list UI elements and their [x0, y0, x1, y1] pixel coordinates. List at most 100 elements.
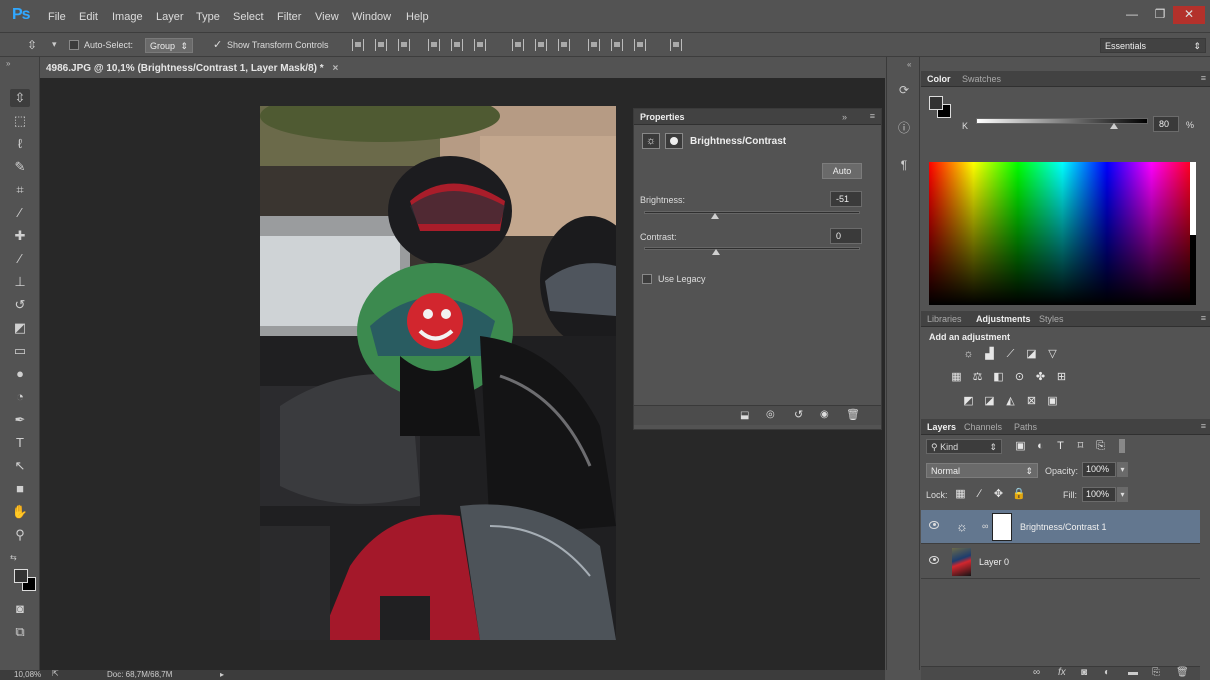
crop-tool-icon[interactable]: ⌗ [10, 181, 30, 199]
menu-file[interactable]: File [48, 11, 66, 23]
minimize-button[interactable]: — [1117, 6, 1147, 24]
new-group-icon[interactable]: ▬ [1128, 667, 1138, 678]
reset-icon[interactable]: ↺ [794, 408, 803, 421]
k-value-field[interactable]: 80 [1153, 116, 1179, 132]
exposure-icon[interactable]: ◪ [1025, 348, 1038, 361]
workspace-dropdown[interactable]: Essentials ⇕ [1100, 38, 1206, 53]
eraser-tool-icon[interactable]: ◩ [10, 319, 30, 337]
distribute-bottom-icon[interactable] [558, 39, 570, 51]
menu-type[interactable]: Type [196, 11, 220, 23]
menu-image[interactable]: Image [112, 11, 143, 23]
filter-type-icon[interactable]: T [1054, 440, 1067, 453]
info-panel-icon[interactable]: ⓘ [895, 119, 913, 137]
close-tab-icon[interactable]: × [332, 63, 338, 74]
hand-tool-icon[interactable]: ✋ [10, 503, 30, 521]
status-menu-arrow-icon[interactable]: ▸ [220, 670, 224, 679]
panel-menu-icon[interactable]: ≡ [1201, 421, 1206, 431]
fx-icon[interactable]: fx [1058, 667, 1066, 678]
menu-layer[interactable]: Layer [156, 11, 184, 23]
menu-view[interactable]: View [315, 11, 339, 23]
foreground-color-swatch[interactable] [929, 96, 943, 110]
visibility-eye-icon[interactable] [929, 556, 939, 564]
tab-layers[interactable]: Layers [927, 422, 956, 432]
menu-filter[interactable]: Filter [277, 11, 301, 23]
foreground-color-swatch[interactable] [14, 569, 28, 583]
color-balance-icon[interactable]: ⚖ [971, 371, 984, 384]
spectrum-black-strip[interactable] [1190, 235, 1196, 305]
new-adjustment-layer-icon[interactable]: ◐ [1104, 667, 1110, 678]
tab-channels[interactable]: Channels [964, 422, 1002, 432]
quick-mask-icon[interactable]: ◙ [10, 600, 30, 618]
panel-menu-icon[interactable]: ≡ [870, 111, 875, 121]
menu-window[interactable]: Window [352, 11, 391, 23]
layer-mask-thumbnail[interactable] [992, 513, 1012, 541]
add-mask-icon[interactable]: ◙ [1081, 667, 1087, 678]
rectangle-tool-icon[interactable]: ■ [10, 480, 30, 498]
history-panel-icon[interactable]: ⟳ [895, 81, 913, 99]
blur-tool-icon[interactable]: ● [10, 365, 30, 383]
mask-link-icon[interactable]: ∞ [982, 521, 988, 531]
distribute-right-icon[interactable] [634, 39, 646, 51]
tab-swatches[interactable]: Swatches [962, 74, 1001, 84]
align-right-icon[interactable] [474, 39, 486, 51]
tab-adjustments[interactable]: Adjustments [976, 314, 1031, 324]
menu-select[interactable]: Select [233, 11, 264, 23]
link-layers-icon[interactable]: ∞ [1033, 667, 1040, 678]
menu-help[interactable]: Help [406, 11, 429, 23]
distribute-hcenter-icon[interactable] [611, 39, 623, 51]
restore-button[interactable]: ❐ [1145, 6, 1175, 24]
view-previous-state-icon[interactable]: ◎ [766, 409, 775, 420]
tab-paths[interactable]: Paths [1014, 422, 1037, 432]
brightness-value-field[interactable]: -51 [830, 191, 862, 207]
filter-adjustment-icon[interactable]: ◐ [1034, 440, 1047, 453]
layer-mask-icon[interactable] [665, 133, 683, 149]
fill-dropdown-icon[interactable]: ▾ [1117, 487, 1128, 502]
visibility-eye-icon[interactable]: ◉ [820, 409, 829, 420]
posterize-icon[interactable]: ◪ [983, 395, 996, 408]
filter-pixel-icon[interactable]: ▣ [1014, 440, 1027, 453]
k-slider-thumb[interactable] [1109, 123, 1118, 129]
tab-color[interactable]: Color [927, 74, 951, 84]
auto-select-checkbox[interactable] [69, 40, 79, 50]
swap-colors-icon[interactable]: ⇆ [10, 553, 17, 562]
history-brush-tool-icon[interactable]: ↺ [10, 296, 30, 314]
curves-icon[interactable]: ⟋ [1004, 348, 1017, 361]
collapse-toolbar-icon[interactable]: » [6, 59, 10, 68]
align-vcenter-icon[interactable] [375, 39, 387, 51]
screen-mode-icon[interactable]: ⧉ [10, 623, 30, 641]
opacity-dropdown-icon[interactable]: ▾ [1117, 462, 1128, 477]
lock-transparent-icon[interactable]: ▦ [954, 488, 967, 501]
auto-select-dropdown[interactable]: Group ⇕ [145, 38, 193, 53]
quick-selection-tool-icon[interactable]: ✎ [10, 158, 30, 176]
tab-libraries[interactable]: Libraries [927, 314, 962, 324]
panel-menu-icon[interactable]: ≡ [1201, 313, 1206, 323]
gradient-map-icon[interactable]: ▣ [1046, 395, 1059, 408]
zoom-level[interactable]: 10,08% [14, 670, 41, 679]
layer-thumbnail[interactable] [952, 548, 971, 576]
align-hcenter-icon[interactable] [451, 39, 463, 51]
move-tool-icon[interactable]: ⇳ [10, 89, 30, 107]
invert-icon[interactable]: ◩ [962, 395, 975, 408]
distribute-vcenter-icon[interactable] [535, 39, 547, 51]
new-layer-icon[interactable]: ⎘ [1152, 667, 1160, 678]
vibrance-icon[interactable]: ▽ [1046, 348, 1059, 361]
distribute-top-icon[interactable] [512, 39, 524, 51]
delete-trash-icon[interactable]: 🗑 [846, 408, 860, 421]
marquee-tool-icon[interactable]: ⬚ [10, 112, 30, 130]
checkmark-icon[interactable]: ✓ [213, 38, 222, 51]
brightness-slider-thumb[interactable] [711, 213, 720, 219]
auto-button[interactable]: Auto [822, 163, 862, 179]
lock-all-icon[interactable]: 🔒 [1012, 488, 1026, 501]
layer-filter-dropdown[interactable]: ⚲ Kind ⇕ [926, 439, 1002, 454]
use-legacy-checkbox[interactable] [642, 274, 652, 284]
brightness-contrast-icon[interactable]: ☼ [962, 348, 975, 361]
black-white-icon[interactable]: ◧ [992, 371, 1005, 384]
brightness-slider-track[interactable] [644, 211, 860, 214]
align-bottom-icon[interactable] [398, 39, 410, 51]
selective-color-icon[interactable]: ⊠ [1025, 395, 1038, 408]
document-image[interactable] [260, 106, 616, 640]
contrast-value-field[interactable]: 0 [830, 228, 862, 244]
close-button[interactable]: ✕ [1173, 6, 1205, 24]
photo-filter-icon[interactable]: ⊙ [1013, 371, 1026, 384]
spectrum-white-strip[interactable] [1190, 162, 1196, 235]
